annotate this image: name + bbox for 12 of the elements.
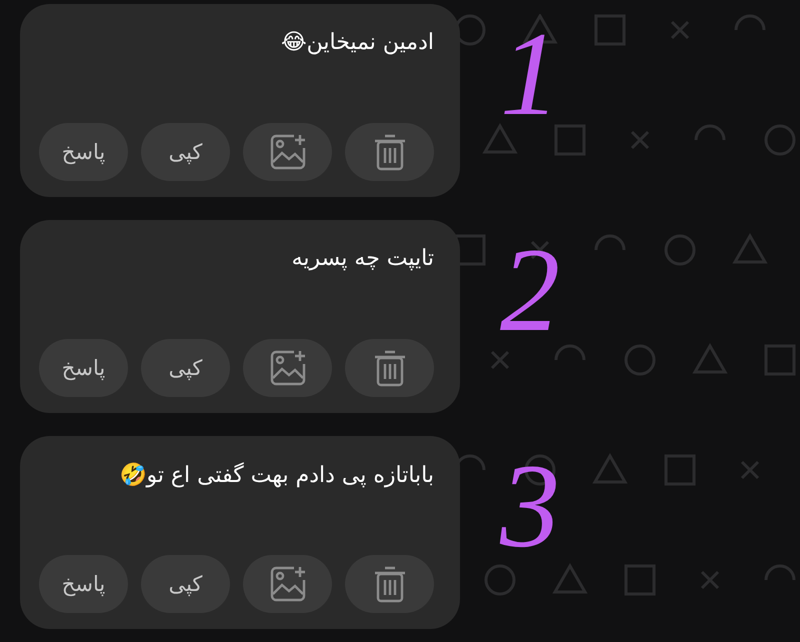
handwritten-number: 1 [500,14,560,134]
message-text: ادمین نمیخاین😂 [280,30,434,55]
handwritten-number: 3 [500,446,560,566]
handwritten-number: 2 [500,230,560,350]
reply-button[interactable]: پاسخ [39,123,128,181]
message-text: تایپت چه پسریه [290,246,434,271]
copy-button[interactable]: کپی [141,555,230,613]
copy-button[interactable]: کپی [141,123,230,181]
copy-button[interactable]: کپی [141,339,230,397]
reply-button[interactable]: پاسخ [39,555,128,613]
reply-button[interactable]: پاسخ [39,339,128,397]
message-text: باباتازه پی دادم بهت گفتی اع تو🤣 [118,462,434,488]
